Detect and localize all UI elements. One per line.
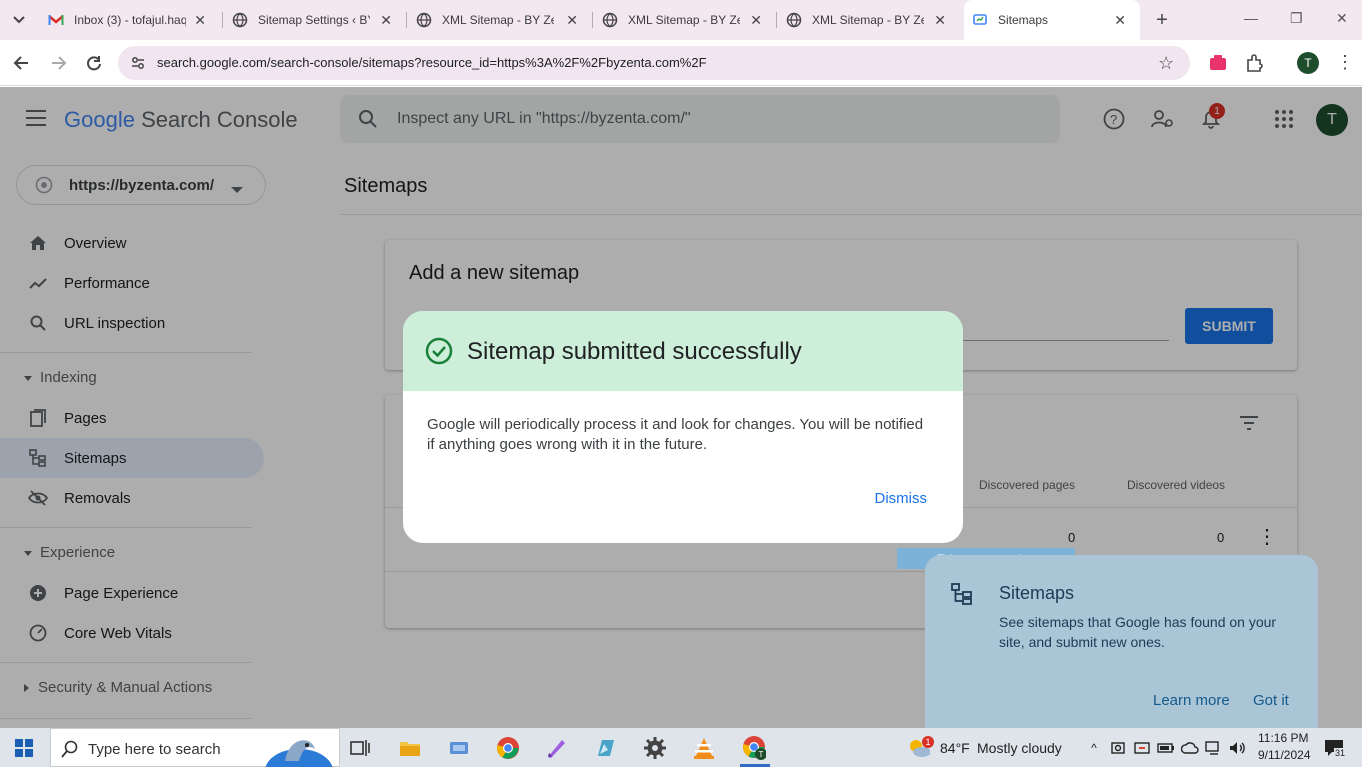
app-icon[interactable] — [447, 736, 471, 760]
close-window-icon[interactable]: ✕ — [1336, 10, 1348, 27]
omnibox[interactable]: search.google.com/search-console/sitemap… — [118, 46, 1190, 80]
tab-label: Inbox (3) - tofajul.haq — [74, 13, 186, 27]
chevron-down-icon — [13, 16, 25, 24]
meet-now-icon[interactable] — [1130, 736, 1154, 760]
clock-time[interactable]: 11:16 PM — [1258, 731, 1308, 745]
dolphin-illustration-icon — [259, 731, 339, 767]
browser-menu-icon[interactable]: ⋮ — [1336, 52, 1354, 73]
clock-date[interactable]: 9/11/2024 — [1258, 748, 1311, 762]
file-explorer-icon[interactable] — [398, 736, 422, 760]
dialog-body: Google will periodically process it and … — [427, 416, 924, 453]
forward-icon[interactable] — [48, 53, 68, 78]
svg-text:T: T — [759, 750, 764, 759]
globe-icon — [232, 12, 248, 28]
site-info-icon[interactable] — [130, 55, 146, 76]
photo-app-icon[interactable] — [594, 736, 618, 760]
network-icon[interactable] — [1202, 736, 1226, 760]
search-icon — [61, 740, 79, 763]
tab-sitemaps[interactable]: Sitemaps ✕ — [964, 0, 1140, 40]
chrome-icon[interactable] — [496, 736, 520, 760]
taskbar-search[interactable]: Type here to search — [50, 728, 340, 767]
extensions-puzzle-icon[interactable] — [1245, 53, 1265, 78]
help-card-title: Sitemaps — [999, 583, 1075, 603]
dialog-header: Sitemap submitted successfully — [403, 311, 963, 391]
close-icon[interactable]: ✕ — [750, 12, 762, 29]
sitemaps-help-card: Sitemaps See sitemaps that Google has fo… — [925, 555, 1318, 728]
check-circle-icon — [425, 337, 453, 370]
tab-separator — [776, 12, 777, 28]
tab-label: XML Sitemap - BY Ze — [442, 13, 554, 27]
close-icon[interactable]: ✕ — [380, 12, 392, 29]
camera-icon[interactable] — [1106, 736, 1130, 760]
profile-avatar[interactable]: T — [1297, 52, 1319, 74]
gmail-icon — [48, 12, 64, 28]
tab-label: Sitemap Settings ‹ BY — [258, 13, 370, 27]
taskbar-search-input[interactable]: Type here to search — [88, 741, 221, 758]
back-icon[interactable] — [12, 53, 32, 78]
globe-icon — [416, 12, 432, 28]
minimize-icon[interactable]: — — [1244, 10, 1258, 26]
globe-icon — [602, 12, 618, 28]
browser-tabbar: Inbox (3) - tofajul.haq ✕ Sitemap Settin… — [0, 0, 1362, 40]
close-icon[interactable]: ✕ — [194, 12, 206, 29]
got-it-button[interactable]: Got it — [1253, 692, 1289, 709]
tab-xml-sitemap-1[interactable]: XML Sitemap - BY Ze ✕ — [408, 0, 592, 40]
tab-separator — [406, 12, 407, 28]
tab-search-dropdown[interactable] — [10, 12, 28, 28]
tab-xml-sitemap-3[interactable]: XML Sitemap - BY Ze ✕ — [778, 0, 960, 40]
help-card-body: See sitemaps that Google has found on yo… — [999, 614, 1277, 650]
reload-icon[interactable] — [84, 53, 104, 78]
vlc-icon[interactable] — [692, 736, 716, 760]
onedrive-cloud-icon[interactable] — [1178, 736, 1202, 760]
tab-label: XML Sitemap - BY Ze — [812, 13, 924, 27]
new-tab-button[interactable]: + — [1152, 10, 1172, 30]
learn-more-link[interactable]: Learn more — [1153, 692, 1230, 709]
tab-sitemap-settings[interactable]: Sitemap Settings ‹ BY ✕ — [224, 0, 406, 40]
sitemap-success-dialog: Sitemap submitted successfully Google wi… — [403, 311, 963, 543]
chrome-profile-icon[interactable]: T — [742, 736, 766, 760]
show-hidden-icons-chevron-icon[interactable]: ^ — [1082, 736, 1106, 760]
notification-count-badge: 31 — [1334, 748, 1347, 758]
close-icon[interactable]: ✕ — [1114, 12, 1126, 29]
tab-label: XML Sitemap - BY Ze — [628, 13, 740, 27]
weather-badge: 1 — [922, 736, 934, 748]
pen-app-icon[interactable] — [545, 736, 569, 760]
bookmark-star-icon[interactable]: ☆ — [1158, 53, 1174, 74]
globe-icon — [786, 12, 802, 28]
tab-separator — [592, 12, 593, 28]
settings-gear-icon[interactable] — [643, 736, 667, 760]
close-icon[interactable]: ✕ — [934, 12, 946, 29]
url-text: search.google.com/search-console/sitemap… — [157, 55, 707, 70]
tab-label: Sitemaps — [998, 13, 1049, 27]
weather-description[interactable]: Mostly cloudy — [977, 740, 1062, 756]
task-view-icon[interactable] — [348, 736, 372, 760]
tab-gmail[interactable]: Inbox (3) - tofajul.haq ✕ — [40, 0, 220, 40]
dialog-title: Sitemap submitted successfully — [467, 338, 802, 365]
volume-icon[interactable] — [1225, 736, 1249, 760]
weather-temperature[interactable]: 84°F — [940, 740, 970, 756]
address-bar: search.google.com/search-console/sitemap… — [0, 40, 1362, 86]
windows-start-icon[interactable] — [15, 739, 33, 762]
restore-icon[interactable]: ❐ — [1290, 10, 1303, 27]
windows-taskbar: Type here to search T 1 84°F Mostly clou… — [0, 728, 1362, 767]
tab-xml-sitemap-2[interactable]: XML Sitemap - BY Ze ✕ — [594, 0, 776, 40]
sitemap-icon — [951, 583, 973, 610]
battery-icon[interactable] — [1154, 736, 1178, 760]
tab-separator — [222, 12, 223, 28]
search-console-icon — [972, 12, 988, 28]
dismiss-button[interactable]: Dismiss — [875, 490, 928, 507]
extension-icon[interactable] — [1208, 53, 1228, 78]
close-icon[interactable]: ✕ — [566, 12, 578, 29]
